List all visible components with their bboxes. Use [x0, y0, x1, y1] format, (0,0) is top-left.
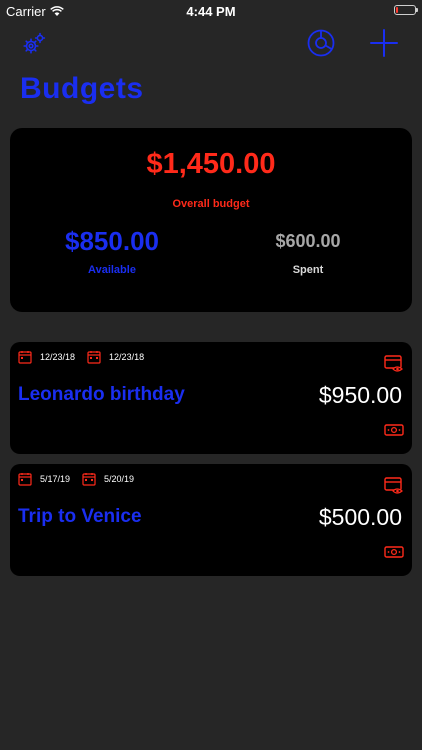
- spent-label: Spent: [292, 264, 324, 276]
- budget-card[interactable]: 5/17/19 5/20/19 Trip to Venice $500.00: [10, 464, 412, 576]
- settings-button[interactable]: [20, 30, 48, 58]
- page-title: Budgets: [20, 72, 144, 105]
- overall-budget-amount: $1,450.00: [146, 148, 276, 180]
- plus-icon: [370, 29, 398, 57]
- status-bar: Carrier 4:44 PM: [0, 0, 422, 22]
- budget-start-date: 5/17/19: [40, 474, 71, 484]
- spent-amount: $600.00: [275, 231, 341, 251]
- budget-date-range: 12/23/18 12/23/18: [18, 350, 156, 364]
- budget-amount: $500.00: [318, 504, 402, 530]
- budget-start-date: 12/23/18: [40, 352, 76, 362]
- money-icon: [384, 424, 404, 436]
- budgets-screen: Carrier 4:44 PM Budgets $1,450.00 Overal…: [0, 0, 422, 750]
- budget-name: Trip to Venice: [18, 506, 142, 527]
- money-icon: [384, 546, 404, 558]
- card-eye-icon: [384, 477, 403, 494]
- budget-money-button[interactable]: [384, 544, 404, 560]
- add-budget-button[interactable]: [368, 27, 400, 59]
- overall-summary-card: $1,450.00 Overall budget $850.00 Availab…: [10, 128, 412, 312]
- view-budget-button[interactable]: [384, 354, 404, 374]
- budget-name: Leonardo birthday: [18, 384, 185, 405]
- budget-date-range: 5/17/19 5/20/19: [18, 472, 146, 486]
- gears-icon: [23, 32, 46, 54]
- budget-money-button[interactable]: [384, 422, 404, 438]
- budget-card[interactable]: 12/23/18 12/23/18 Leonardo birthday $950…: [10, 342, 412, 454]
- budget-end-date: 5/20/19: [104, 474, 135, 484]
- budget-end-date: 12/23/18: [109, 352, 145, 362]
- overall-budget-label: Overall budget: [172, 198, 250, 210]
- view-budget-button[interactable]: [384, 476, 404, 496]
- start-calendar-icon: [18, 350, 32, 364]
- budget-amount: $950.00: [318, 382, 402, 408]
- battery-icon: [394, 5, 418, 15]
- available-amount: $850.00: [65, 226, 159, 256]
- end-calendar-icon: [87, 350, 101, 364]
- pie-chart-icon: [307, 29, 335, 57]
- battery-level: [396, 7, 398, 13]
- start-calendar-icon: [18, 472, 32, 486]
- status-time: 4:44 PM: [186, 4, 236, 19]
- available-label: Available: [88, 264, 136, 276]
- end-calendar-icon: [82, 472, 96, 486]
- statistics-button[interactable]: [306, 28, 336, 58]
- card-eye-icon: [384, 355, 403, 372]
